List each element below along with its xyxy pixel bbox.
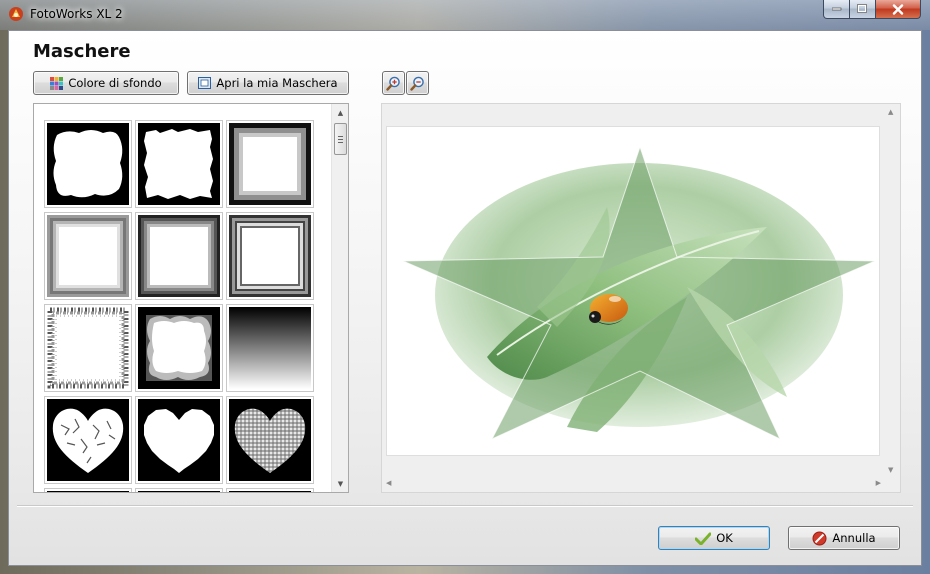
mask-frame-icon	[198, 77, 212, 89]
mask-thumbnail[interactable]	[226, 120, 314, 208]
mask-thumbnail[interactable]	[135, 396, 223, 484]
gray-gradient-frame-mask	[47, 215, 129, 297]
window-controls	[823, 0, 921, 20]
mask-thumbnail[interactable]	[44, 396, 132, 484]
mask-thumbnail[interactable]	[135, 488, 223, 492]
mask-thumbnail[interactable]	[226, 488, 314, 492]
minimize-icon	[831, 7, 841, 11]
open-my-mask-button[interactable]: Apri la mia Maschera	[187, 71, 349, 95]
cracked-heart-mask	[47, 399, 129, 481]
background-color-button[interactable]: Colore di sfondo	[33, 71, 179, 95]
masked-photo-preview	[402, 145, 876, 441]
preview-scroll-up-arrow-icon[interactable]: ▲	[888, 108, 893, 116]
close-icon	[892, 3, 904, 15]
scroll-down-arrow-icon[interactable]: ▼	[332, 475, 348, 492]
mask-dialog: Maschere Colore di sfondo Apri la mia Ma…	[8, 30, 922, 566]
maximize-button[interactable]	[850, 0, 876, 19]
cancel-button[interactable]: Annulla	[788, 526, 900, 550]
preview-vertical-scrollbar[interactable]: ▲ ▼	[883, 104, 900, 476]
checkmark-icon	[695, 532, 712, 545]
mask-thumbnail[interactable]	[135, 304, 223, 392]
preview-horizontal-scrollbar[interactable]: ◀ ▶	[382, 475, 885, 492]
preview-canvas	[386, 126, 880, 456]
vertical-gradient-mask	[229, 307, 311, 389]
maximize-icon	[857, 4, 867, 13]
scroll-thumb[interactable]	[334, 123, 347, 155]
open-my-mask-label: Apri la mia Maschera	[216, 76, 338, 90]
zoom-out-button[interactable]	[406, 71, 429, 95]
mask-thumbnail[interactable]	[226, 396, 314, 484]
color-grid-icon	[50, 76, 64, 90]
cloudy-edge-frame-mask	[138, 307, 220, 389]
zoom-in-button[interactable]	[382, 71, 405, 95]
dark-gradient-frame-mask	[138, 215, 220, 297]
grunge-edge-frame-mask	[47, 307, 129, 389]
background-color-label: Colore di sfondo	[68, 76, 162, 90]
mask-thumbnail[interactable]	[44, 120, 132, 208]
mask-preview-panel: ▲ ▼ ◀ ▶	[381, 103, 901, 493]
mask-list-scrollbar[interactable]: ▲ ▼	[331, 104, 348, 492]
title-bar[interactable]: FotoWorks XL 2	[0, 0, 930, 30]
cancel-circle-icon	[812, 531, 827, 545]
cancel-label: Annulla	[832, 531, 876, 545]
ok-button[interactable]: OK	[658, 526, 770, 550]
zoom-in-icon	[386, 76, 400, 91]
scroll-up-arrow-icon[interactable]: ▲	[332, 104, 348, 121]
mask-thumbnail[interactable]	[44, 212, 132, 300]
mask-thumbnail[interactable]	[226, 212, 314, 300]
preview-scroll-down-arrow-icon[interactable]: ▼	[888, 466, 893, 474]
zoom-out-icon	[410, 76, 424, 91]
mask-thumbnail-list[interactable]: ▲ ▼	[33, 103, 349, 493]
mask-thumbnail[interactable]	[44, 304, 132, 392]
minimize-button[interactable]	[823, 0, 850, 19]
mask-thumbnail[interactable]	[226, 304, 314, 392]
mask-thumbnail[interactable]	[135, 120, 223, 208]
mask-thumbnail[interactable]	[44, 488, 132, 492]
app-logo-icon	[8, 6, 24, 22]
footer-divider	[17, 505, 913, 507]
double-line-frame-mask	[229, 215, 311, 297]
preview-scroll-right-arrow-icon[interactable]: ▶	[876, 479, 881, 487]
dialog-heading: Maschere	[33, 41, 131, 62]
soft-torn-frame-mask	[47, 123, 129, 205]
gray-bevel-frame-mask	[229, 123, 311, 205]
rough-torn-frame-mask	[138, 123, 220, 205]
close-button[interactable]	[876, 0, 921, 19]
rough-heart-mask	[138, 399, 220, 481]
mask-grid	[44, 120, 320, 492]
window-title: FotoWorks XL 2	[30, 7, 123, 21]
ok-label: OK	[716, 531, 733, 545]
preview-scroll-left-arrow-icon[interactable]: ◀	[386, 479, 391, 487]
mask-thumbnail[interactable]	[135, 212, 223, 300]
mosaic-heart-mask	[229, 399, 311, 481]
